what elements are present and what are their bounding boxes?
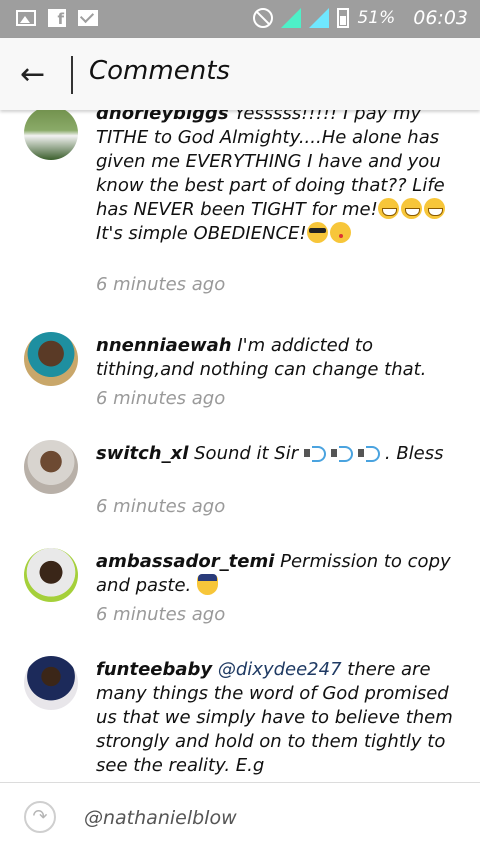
avatar[interactable] <box>24 332 78 386</box>
comment-input[interactable]: @nathanielblow <box>84 807 237 829</box>
page-title: Comments <box>89 56 230 86</box>
comment-username[interactable]: dhorleybiggs <box>96 110 229 124</box>
gmail-icon <box>78 10 98 26</box>
speaker-emoji-icon <box>357 444 384 462</box>
arrow-left-icon[interactable]: ← <box>20 60 45 90</box>
reply-arrow-icon: ↷ <box>24 801 56 833</box>
facebook-icon: f <box>48 9 66 28</box>
gallery-icon <box>16 10 36 26</box>
grin-emoji-icon <box>423 198 445 219</box>
signal-icon <box>281 8 302 28</box>
battery-percent: 51% <box>357 8 396 28</box>
comment-username[interactable]: switch_xl <box>96 443 188 464</box>
status-bar: f 51% 06:03 <box>0 0 480 38</box>
sunglasses-emoji-icon <box>306 222 328 243</box>
battery-icon <box>337 8 350 28</box>
comment-list[interactable]: dhorleybiggs Yesssss!!!!! I pay my TITHE… <box>0 110 480 782</box>
avatar[interactable] <box>24 440 78 494</box>
comment-text: dhorleybiggs Yesssss!!!!! I pay my TITHE… <box>96 110 456 246</box>
avatar[interactable] <box>24 548 78 602</box>
comment-text: ambassador_temi Permission to copy and p… <box>96 550 456 598</box>
comment-username[interactable]: funteebaby <box>96 659 212 680</box>
avatar[interactable] <box>24 656 78 710</box>
comment-body-end: . Bless <box>384 443 444 464</box>
header-divider <box>71 56 73 94</box>
comment-text: switch_xl Sound it Sir . Bless <box>96 442 456 466</box>
avatar[interactable] <box>24 110 78 160</box>
grin-emoji-icon <box>400 198 422 219</box>
signal-icon-2 <box>309 8 330 28</box>
speaker-emoji-icon <box>330 444 357 462</box>
grin-emoji-icon <box>377 198 399 219</box>
comment-username[interactable]: ambassador_temi <box>96 551 274 572</box>
comment-text: nnenniaewah I'm addicted to tithing,and … <box>96 334 456 382</box>
app-bar: ← Comments <box>0 38 480 110</box>
comment-body: Sound it Sir <box>194 443 299 464</box>
comment-time: 6 minutes ago <box>96 604 226 625</box>
comment-username[interactable]: nnenniaewah <box>96 335 232 356</box>
comment-body-end: It's simple OBEDIENCE! <box>96 223 307 244</box>
police-officer-emoji-icon <box>197 574 219 595</box>
speaker-emoji-icon <box>303 444 330 462</box>
reply-bar: ↷ @nathanielblow <box>0 782 480 855</box>
mention-link[interactable]: @dixydee247 <box>218 659 342 680</box>
kiss-emoji-icon <box>329 222 351 243</box>
comment-time: 6 minutes ago <box>96 496 226 517</box>
comment-text: funteebaby @dixydee247 there are many th… <box>96 658 456 778</box>
clock: 06:03 <box>413 7 468 29</box>
comment-time: 6 minutes ago <box>96 388 226 409</box>
no-signal-icon <box>253 8 274 28</box>
comment-time: 6 minutes ago <box>96 274 226 295</box>
